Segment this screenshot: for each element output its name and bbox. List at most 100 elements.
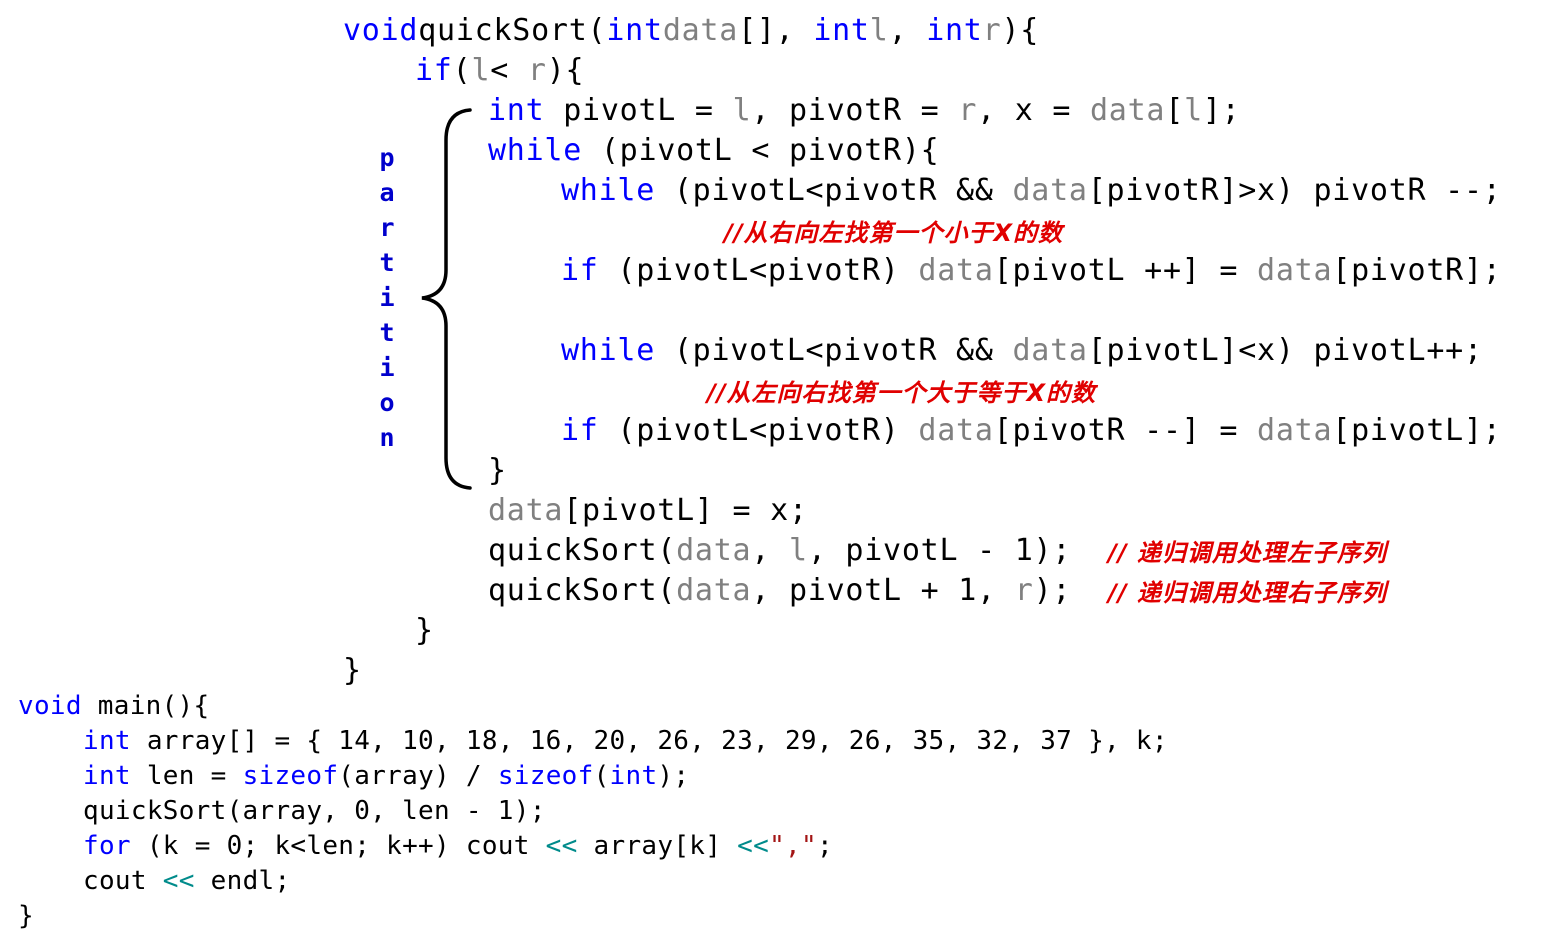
code-token: (pivotL < pivotR){ bbox=[582, 133, 940, 168]
code-token: , bbox=[888, 13, 927, 48]
code-token: [pivotR]>x) pivotR --; bbox=[1087, 173, 1502, 208]
code-token: [pivotL]; bbox=[1332, 413, 1502, 448]
code-token: ( bbox=[452, 53, 472, 88]
code-token: data bbox=[1012, 173, 1088, 208]
code-token: } bbox=[488, 453, 507, 488]
code-token: data bbox=[1257, 253, 1333, 288]
code-token: << bbox=[737, 831, 770, 861]
code-token: ; bbox=[816, 831, 833, 861]
code-token: , pivotL + 1, bbox=[751, 573, 1015, 608]
code-token: [ bbox=[1165, 93, 1185, 128]
code-token: while bbox=[561, 333, 656, 368]
code-token: data bbox=[918, 253, 994, 288]
code-token: quickSort( bbox=[418, 13, 607, 48]
code-token: r bbox=[982, 13, 1002, 48]
code-token: r bbox=[958, 93, 978, 128]
code-line: if (pivotL<pivotR) data[pivotL ++] = dat… bbox=[561, 254, 1502, 288]
code-token: (pivotL<pivotR) bbox=[598, 413, 919, 448]
code-token: quickSort( bbox=[488, 573, 677, 608]
code-token: int bbox=[83, 726, 131, 756]
code-token: } bbox=[343, 653, 362, 688]
code-token: void bbox=[343, 13, 419, 48]
code-token: pivotL = bbox=[544, 93, 733, 128]
code-line: int pivotL = l, pivotR = r, x = data[l]; bbox=[488, 94, 1241, 128]
code-line: data[pivotL] = x; bbox=[488, 494, 808, 528]
code-token: int bbox=[606, 13, 663, 48]
code-token: data bbox=[1090, 93, 1166, 128]
code-line: voidquickSort(intdata[], intl, intr){ bbox=[343, 14, 1039, 48]
code-token: , pivotR = bbox=[751, 93, 959, 128]
code-comment: // 递归调用处理左子序列 bbox=[1108, 539, 1387, 567]
code-token: int bbox=[83, 761, 131, 791]
code-token: endl; bbox=[194, 866, 291, 896]
code-token: data bbox=[662, 13, 739, 48]
code-token: [pivotL]<x) pivotL++; bbox=[1087, 333, 1483, 368]
code-token: cout bbox=[83, 866, 163, 896]
code-token: l bbox=[471, 53, 491, 88]
code-line: while (pivotL < pivotR){ bbox=[488, 134, 939, 168]
code-line: } bbox=[415, 614, 434, 648]
code-line: } bbox=[343, 654, 362, 688]
code-line: quickSort(data, pivotL + 1, r); bbox=[488, 574, 1071, 608]
code-token: (array) / bbox=[338, 761, 498, 791]
code-token: ]; bbox=[1202, 93, 1241, 128]
code-token: int bbox=[488, 93, 545, 128]
code-token: int bbox=[813, 13, 870, 48]
code-line: } bbox=[18, 899, 34, 933]
code-token: (pivotL<pivotR) bbox=[598, 253, 919, 288]
code-token: , pivotL - 1); bbox=[807, 533, 1072, 568]
code-token: ( bbox=[593, 761, 610, 791]
code-token: "," bbox=[769, 831, 817, 861]
code-token: l bbox=[789, 533, 808, 568]
code-token: if bbox=[561, 413, 599, 448]
code-token: << bbox=[545, 831, 578, 861]
code-token: l bbox=[869, 13, 889, 48]
code-token: l bbox=[732, 93, 752, 128]
code-token: data bbox=[676, 573, 752, 608]
code-token: l bbox=[1184, 93, 1203, 128]
code-token: r bbox=[1014, 573, 1034, 608]
code-token: data bbox=[488, 493, 564, 528]
code-line: while (pivotL<pivotR && data[pivotL]<x) … bbox=[561, 334, 1483, 368]
code-token: ); bbox=[1033, 573, 1072, 608]
code-token: [pivotL ++] = bbox=[993, 253, 1258, 288]
code-token: [], bbox=[738, 13, 814, 48]
code-comment: // 递归调用处理右子序列 bbox=[1108, 579, 1387, 607]
code-token: while bbox=[488, 133, 583, 168]
code-token: ); bbox=[657, 761, 690, 791]
code-token: int bbox=[926, 13, 983, 48]
code-token: array[] = { 14, 10, 18, 16, 20, 26, 23, … bbox=[130, 726, 1168, 756]
code-token: [pivotR]; bbox=[1332, 253, 1502, 288]
code-listing: voidquickSort(intdata[], intl, intr){if(… bbox=[0, 0, 1556, 950]
code-line: quickSort(array, 0, len - 1); bbox=[83, 794, 546, 828]
code-token: < bbox=[490, 53, 528, 88]
code-token: data bbox=[1012, 333, 1088, 368]
code-token: sizeof bbox=[497, 761, 594, 791]
code-token: ){ bbox=[1001, 13, 1040, 48]
code-line: quickSort(data, l, pivotL - 1); bbox=[488, 534, 1071, 568]
code-token: for bbox=[83, 831, 131, 861]
code-token: data bbox=[1257, 413, 1333, 448]
code-token: len = bbox=[130, 761, 243, 791]
code-line: if (pivotL<pivotR) data[pivotR --] = dat… bbox=[561, 414, 1502, 448]
code-token: ){ bbox=[546, 53, 585, 88]
code-token: quickSort( bbox=[488, 533, 677, 568]
code-token: } bbox=[18, 901, 34, 931]
code-token: void bbox=[18, 691, 82, 721]
code-token: } bbox=[415, 613, 434, 648]
code-line: int len = sizeof(array) / sizeof(int); bbox=[83, 759, 689, 793]
code-line: } bbox=[488, 454, 507, 488]
code-line: for (k = 0; k<len; k++) cout << array[k]… bbox=[83, 829, 833, 863]
code-line: cout << endl; bbox=[83, 864, 290, 898]
code-token: if bbox=[561, 253, 599, 288]
code-line: while (pivotL<pivotR && data[pivotR]>x) … bbox=[561, 174, 1502, 208]
code-line: void main(){ bbox=[18, 689, 209, 723]
code-token: data bbox=[676, 533, 752, 568]
partition-label: partition bbox=[379, 143, 395, 452]
code-line: if(l< r){ bbox=[415, 54, 584, 88]
code-token: , x = bbox=[977, 93, 1090, 128]
code-token: , bbox=[751, 533, 789, 568]
code-token: data bbox=[918, 413, 994, 448]
code-token: array[k] bbox=[577, 831, 738, 861]
code-token: (pivotL<pivotR && bbox=[655, 333, 1013, 368]
